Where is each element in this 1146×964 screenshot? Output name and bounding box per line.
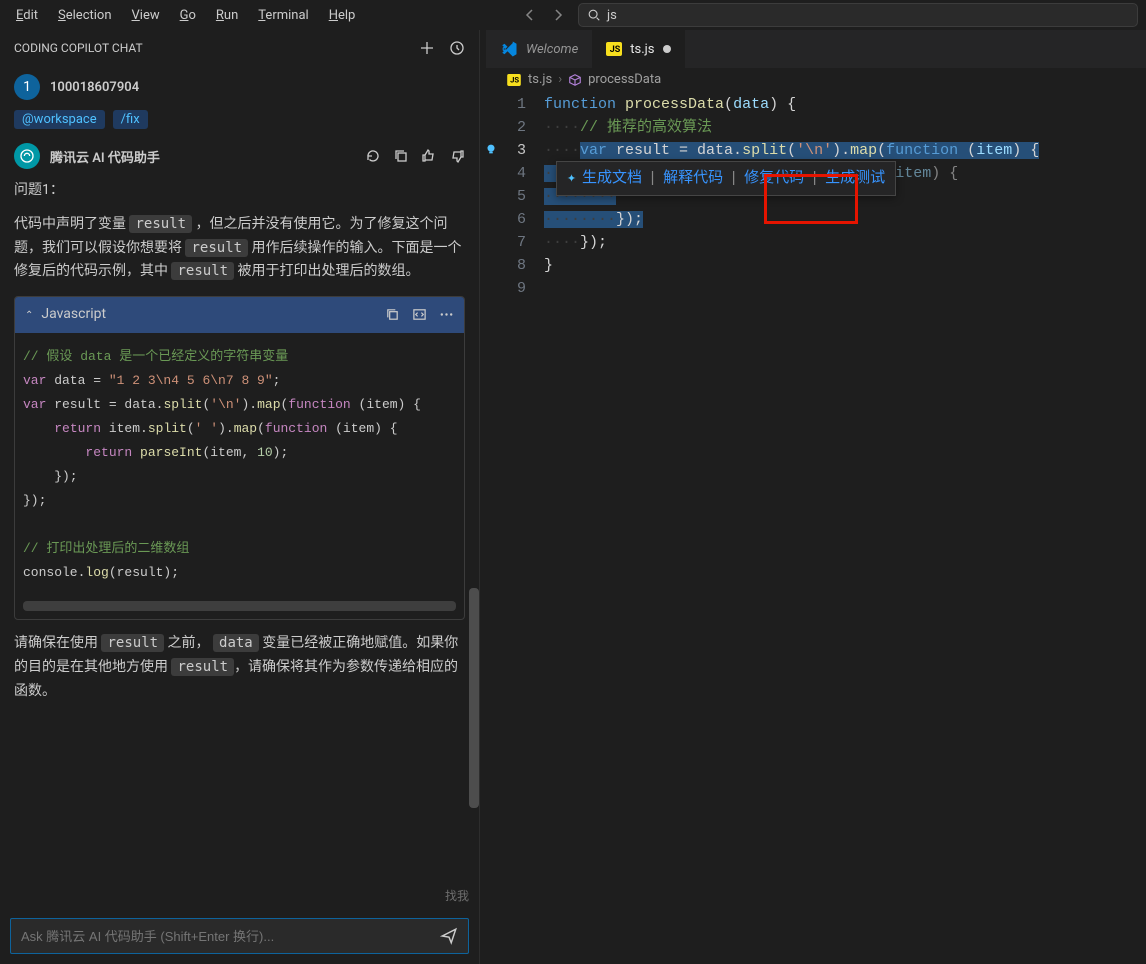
user-message: 1 100018607904 @workspace /fix	[10, 66, 469, 137]
new-chat-icon[interactable]	[419, 40, 435, 56]
lightbulb-icon[interactable]	[484, 142, 498, 156]
code-lines[interactable]: function processData(data) { ····// 推荐的高…	[544, 91, 1146, 964]
code-actions-hint: ✦ 生成文档 | 解释代码 | 修复代码 | 生成测试	[556, 161, 896, 196]
menu-help[interactable]: Help	[321, 4, 364, 27]
menu-selection[interactable]: Selection	[50, 4, 119, 27]
search-value: js	[607, 8, 617, 23]
paragraph-1: 代码中声明了变量 result ，但之后并没有使用它。为了修复这个问题，我们可以…	[14, 213, 465, 284]
assistant-body: 问题1： 代码中声明了变量 result ，但之后并没有使用它。为了修复这个问题…	[10, 175, 469, 708]
tab-welcome[interactable]: Welcome	[486, 30, 592, 68]
thumbs-down-icon[interactable]	[449, 148, 465, 164]
code-content[interactable]: // 假设 data 是一个已经定义的字符串变量 var data = "1 2…	[15, 333, 464, 597]
menu-view[interactable]: View	[124, 4, 168, 27]
collapse-icon[interactable]: ⌃	[25, 307, 33, 324]
footer-note: 找我	[0, 883, 479, 908]
unsaved-dot-icon	[663, 45, 671, 53]
nav-forward-icon[interactable]	[550, 7, 566, 23]
menu-edit[interactable]: Edit	[8, 4, 46, 27]
chat-input-field[interactable]	[21, 929, 440, 944]
more-icon[interactable]	[439, 303, 454, 327]
code-scrollbar[interactable]	[23, 601, 456, 611]
line-gutter: 1 2 3 4 5 6 7 8 9	[486, 91, 544, 964]
hint-explain[interactable]: 解释代码	[663, 167, 723, 190]
workspace-tag[interactable]: @workspace	[14, 110, 105, 129]
menu-run[interactable]: Run	[208, 4, 246, 27]
user-avatar: 1	[14, 74, 40, 100]
send-icon[interactable]	[440, 927, 458, 945]
code-block: ⌃ Javascript // 假设 data 是一个已经定义的字符串变量 va…	[14, 296, 465, 620]
tab-tsjs[interactable]: JS ts.js	[592, 30, 684, 68]
menu-go[interactable]: Go	[172, 4, 204, 27]
js-icon: JS	[507, 74, 521, 86]
history-icon[interactable]	[449, 40, 465, 56]
search-icon	[587, 8, 601, 22]
fix-tag[interactable]: /fix	[113, 110, 148, 129]
vscode-icon	[500, 40, 518, 58]
nav-back-icon[interactable]	[522, 7, 538, 23]
js-icon: JS	[606, 42, 622, 56]
hint-fix[interactable]: 修复代码	[744, 167, 804, 190]
copilot-sidebar: CODING COPILOT CHAT 1 100018607904	[0, 30, 480, 964]
thumbs-up-icon[interactable]	[421, 148, 437, 164]
paragraph-2: 请确保在使用 result 之前， data 变量已经被正确地赋值。如果你的目的…	[14, 632, 465, 703]
copy-icon[interactable]	[393, 148, 409, 164]
chat-input[interactable]	[10, 918, 469, 954]
insert-code-icon[interactable]	[412, 303, 427, 327]
search-box[interactable]: js	[578, 3, 1138, 27]
editor-pane: Welcome JS ts.js JS ts.js › processData …	[486, 30, 1146, 964]
copy-code-icon[interactable]	[385, 303, 400, 327]
menu-terminal[interactable]: Terminal	[250, 4, 316, 27]
sparkle-icon: ✦	[567, 167, 576, 190]
tabs-row: Welcome JS ts.js	[486, 30, 1146, 68]
user-name: 100018607904	[50, 80, 139, 95]
chat-title: CODING COPILOT CHAT	[14, 41, 143, 55]
editor-body[interactable]: 1 2 3 4 5 6 7 8 9 function processData(d…	[486, 91, 1146, 964]
hint-gen-doc[interactable]: 生成文档	[582, 167, 642, 190]
assistant-avatar	[14, 143, 40, 169]
code-lang: Javascript	[41, 303, 106, 327]
question-label: 问题1：	[14, 179, 465, 203]
retry-icon[interactable]	[365, 148, 381, 164]
breadcrumbs[interactable]: JS ts.js › processData	[486, 68, 1146, 91]
menubar: Edit Selection View Go Run Terminal Help…	[0, 0, 1146, 30]
assistant-header: 腾讯云 AI 代码助手	[10, 137, 469, 175]
hint-test[interactable]: 生成测试	[825, 167, 885, 190]
assistant-name: 腾讯云 AI 代码助手	[50, 147, 160, 166]
symbol-icon	[568, 73, 582, 87]
chat-scrollbar[interactable]	[469, 588, 479, 883]
